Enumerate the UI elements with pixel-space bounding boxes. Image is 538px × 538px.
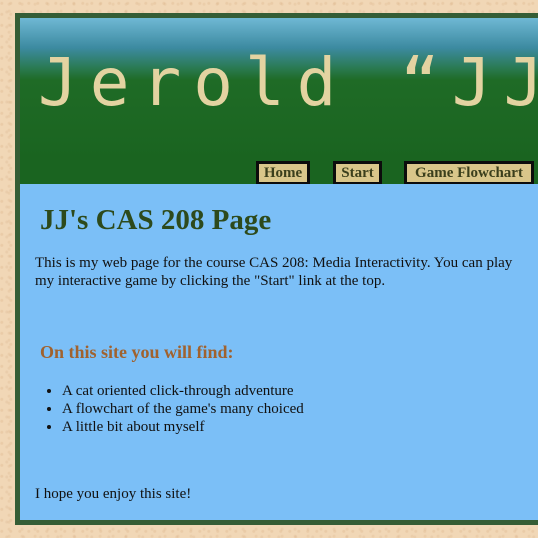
nav-bar: Home Start Game Flowchart (20, 160, 538, 185)
list-item: A little bit about myself (62, 418, 304, 436)
nav-flowchart-button[interactable]: Game Flowchart (404, 161, 534, 185)
content-area: JJ's CAS 208 Page This is my web page fo… (20, 184, 538, 520)
intro-paragraph: This is my web page for the course CAS 2… (35, 255, 513, 289)
list-item: A flowchart of the game's many choiced (62, 400, 304, 418)
site-title: Jerold “JJ” (38, 44, 538, 121)
page-frame: Jerold “JJ” Home Start Game Flowchart JJ… (15, 13, 538, 525)
header-banner: Jerold “JJ” (20, 18, 538, 160)
closing-text: I hope you enjoy this site! (35, 486, 192, 502)
list-item: A cat oriented click-through adventure (62, 382, 304, 400)
feature-list: A cat oriented click-through adventure A… (35, 382, 304, 436)
section-heading: On this site you will find: (40, 342, 234, 362)
page-title: JJ's CAS 208 Page (40, 204, 272, 236)
nav-start-button[interactable]: Start (333, 161, 382, 185)
nav-home-button[interactable]: Home (256, 161, 310, 185)
